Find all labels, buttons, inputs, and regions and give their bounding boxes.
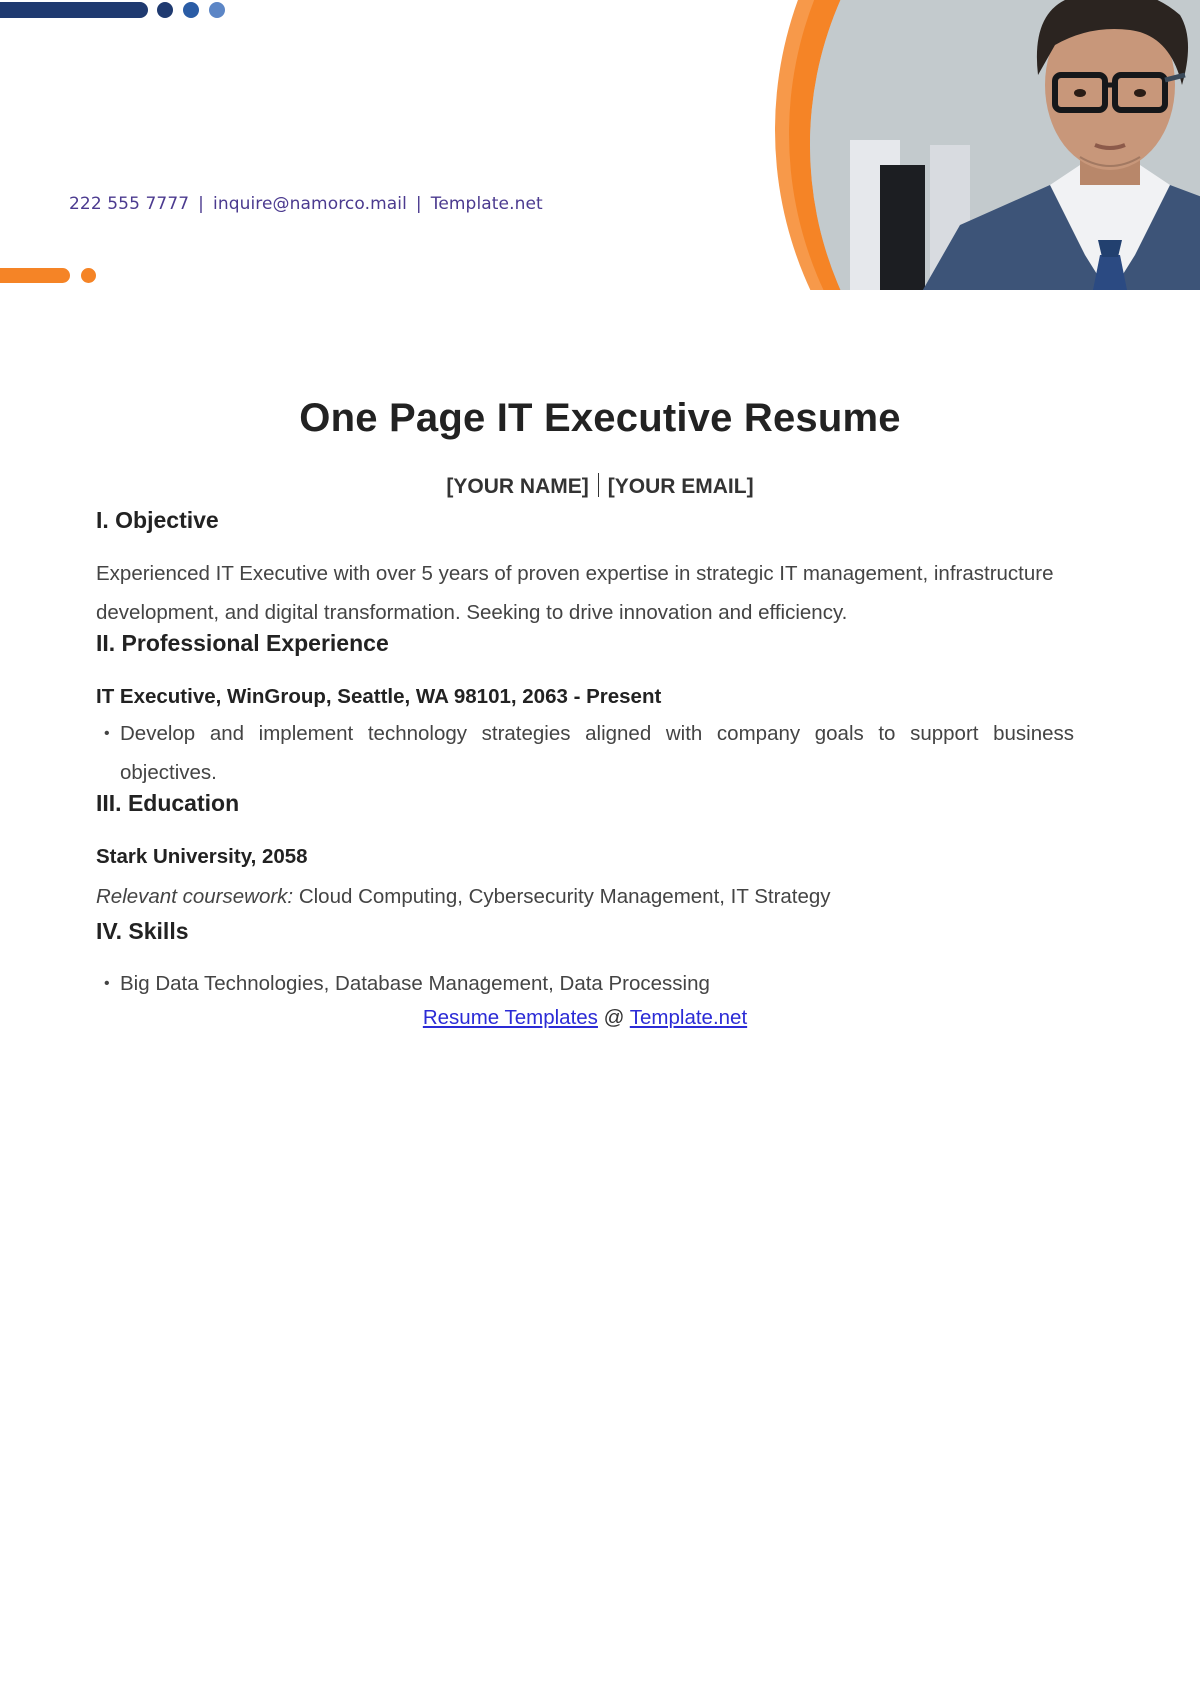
decorative-dot-blue — [183, 2, 199, 18]
education-coursework: Relevant coursework: Cloud Computing, Cy… — [96, 882, 1074, 912]
profile-photo — [810, 0, 1200, 290]
resume-templates-link[interactable]: Resume Templates — [423, 1006, 598, 1029]
section-heading-objective: I. Objective — [96, 507, 219, 533]
section-heading-experience: II. Professional Experience — [96, 630, 389, 656]
contact-email[interactable]: inquire@namorco.mail — [213, 194, 407, 214]
name-placeholder: [YOUR NAME] — [446, 475, 589, 498]
at-symbol: @ — [597, 1006, 630, 1029]
name-email-line: [YOUR NAME] [YOUR EMAIL] — [0, 473, 1200, 499]
section-heading-education: III. Education — [96, 790, 240, 816]
contact-phone: 222 555 7777 — [69, 194, 190, 214]
decorative-bar-navy — [0, 2, 148, 18]
profile-photo-area — [775, 0, 1200, 290]
education-school: Stark University, 2058 — [96, 845, 308, 868]
footer-links: Resume Templates @ Template.net — [96, 1003, 1074, 1033]
portrait-illustration — [810, 0, 1200, 290]
coursework-label: Relevant coursework: — [96, 885, 294, 908]
skills-bullet: Big Data Technologies, Database Manageme… — [96, 964, 1074, 1003]
page-title: One Page IT Executive Resume — [299, 396, 901, 440]
template-net-link[interactable]: Template.net — [630, 1006, 747, 1029]
decorative-dot-orange — [81, 268, 96, 283]
contact-website[interactable]: Template.net — [431, 194, 543, 214]
section-heading-skills: IV. Skills — [96, 918, 189, 944]
separator: | — [415, 194, 422, 214]
decorative-dot-light-blue — [209, 2, 225, 18]
email-placeholder: [YOUR EMAIL] — [607, 475, 754, 498]
coursework-list: Cloud Computing, Cybersecurity Managemen… — [293, 885, 831, 908]
separator: | — [198, 194, 204, 214]
experience-bullet: Develop and implement technology strateg… — [96, 714, 1074, 792]
objective-text: Experienced IT Executive with over 5 yea… — [96, 562, 1054, 624]
divider — [597, 473, 599, 497]
contact-line: 222 555 7777 | inquire@namorco.mail | Templa… — [69, 194, 543, 214]
resume-content: I. Objective Experienced IT Executive wi… — [96, 505, 1074, 1033]
decorative-dot-navy — [157, 2, 173, 18]
job-title-line: IT Executive, WinGroup, Seattle, WA 9810… — [96, 685, 662, 708]
decorative-bar-orange — [0, 268, 70, 283]
